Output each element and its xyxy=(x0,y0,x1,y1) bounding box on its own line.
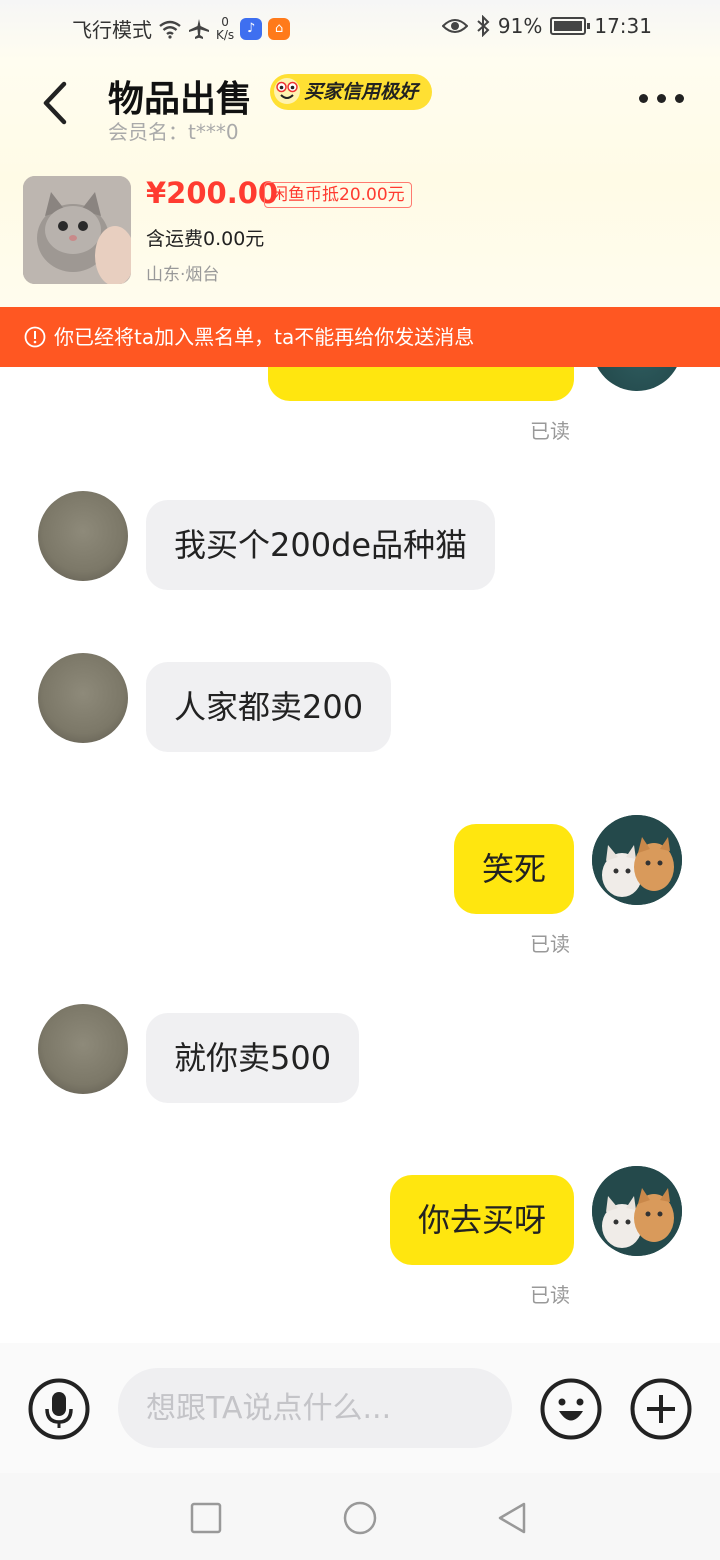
status-bar: 飞行模式 0 K/s ♪ ⌂ 91% 17:31 xyxy=(0,0,720,56)
message-bubble-outgoing[interactable]: 笑死 xyxy=(453,824,574,914)
buyer-avatar[interactable] xyxy=(38,491,128,581)
product-price: ¥200.00 xyxy=(146,176,279,210)
airplane-mode-label: 飞行模式 xyxy=(72,18,152,42)
message-bubble-outgoing-partial[interactable] xyxy=(268,367,574,401)
read-receipt: 已读 xyxy=(530,1283,570,1307)
coin-discount-badge: 闲鱼币抵20.00元 xyxy=(264,182,412,208)
more-options-icon[interactable] xyxy=(639,94,684,103)
my-avatar[interactable] xyxy=(592,815,682,905)
wifi-icon xyxy=(159,20,181,39)
product-thumbnail[interactable] xyxy=(23,176,131,284)
message-bubble-outgoing[interactable]: 你去买呀 xyxy=(389,1175,574,1265)
add-attachment-icon[interactable] xyxy=(630,1378,692,1440)
net-speed: 0 K/s xyxy=(216,14,235,42)
buyer-avatar[interactable] xyxy=(38,1004,128,1094)
battery-percent: 91% xyxy=(497,14,543,38)
eye-comfort-icon xyxy=(441,19,468,33)
blacklist-banner: 你已经将ta加入黑名单，ta不能再给你发送消息 xyxy=(0,307,720,367)
message-input[interactable] xyxy=(118,1368,512,1448)
product-location: 山东·烟台 xyxy=(146,265,220,285)
page-title: 物品出售 xyxy=(108,79,253,120)
my-avatar[interactable] xyxy=(592,1166,682,1256)
shipping-fee: 含运费0.00元 xyxy=(146,228,265,250)
battery-icon xyxy=(550,17,591,35)
member-name: 会员名：t***0 xyxy=(108,120,239,144)
voice-input-icon[interactable] xyxy=(28,1378,90,1440)
clock: 17:31 xyxy=(594,14,652,38)
read-receipt: 已读 xyxy=(530,932,570,956)
buyer-avatar[interactable] xyxy=(38,653,128,743)
music-app-icon: ♪ xyxy=(240,17,263,40)
kitten-photo xyxy=(23,176,131,284)
back-arrow-icon[interactable] xyxy=(36,78,76,128)
smiley-face-icon xyxy=(274,78,300,104)
recent-apps-icon[interactable] xyxy=(188,1500,224,1536)
blacklist-banner-text: 你已经将ta加入黑名单，ta不能再给你发送消息 xyxy=(54,325,475,349)
chat-messages[interactable]: 已读 我买个200de品种猫 人家都卖200 笑死 已读 就你卖500 你去买呀… xyxy=(0,367,720,1343)
read-receipt: 已读 xyxy=(530,419,570,443)
back-nav-icon[interactable] xyxy=(494,1500,530,1536)
home-icon[interactable] xyxy=(342,1500,378,1536)
airplane-icon xyxy=(189,18,209,39)
emoji-icon[interactable] xyxy=(540,1378,602,1440)
taobao-app-icon: ⌂ xyxy=(268,17,291,40)
message-bubble-incoming[interactable]: 就你卖500 xyxy=(146,1013,360,1103)
warning-icon xyxy=(24,326,46,348)
buyer-credit-badge: 买家信用极好 xyxy=(270,74,433,110)
my-avatar[interactable] xyxy=(592,367,682,391)
message-bubble-incoming[interactable]: 我买个200de品种猫 xyxy=(146,500,496,590)
cats-photo xyxy=(592,1166,682,1256)
credit-badge-text: 买家信用极好 xyxy=(304,81,419,103)
message-bubble-incoming[interactable]: 人家都卖200 xyxy=(146,662,392,752)
bluetooth-icon xyxy=(477,15,490,37)
cats-photo xyxy=(592,815,682,905)
